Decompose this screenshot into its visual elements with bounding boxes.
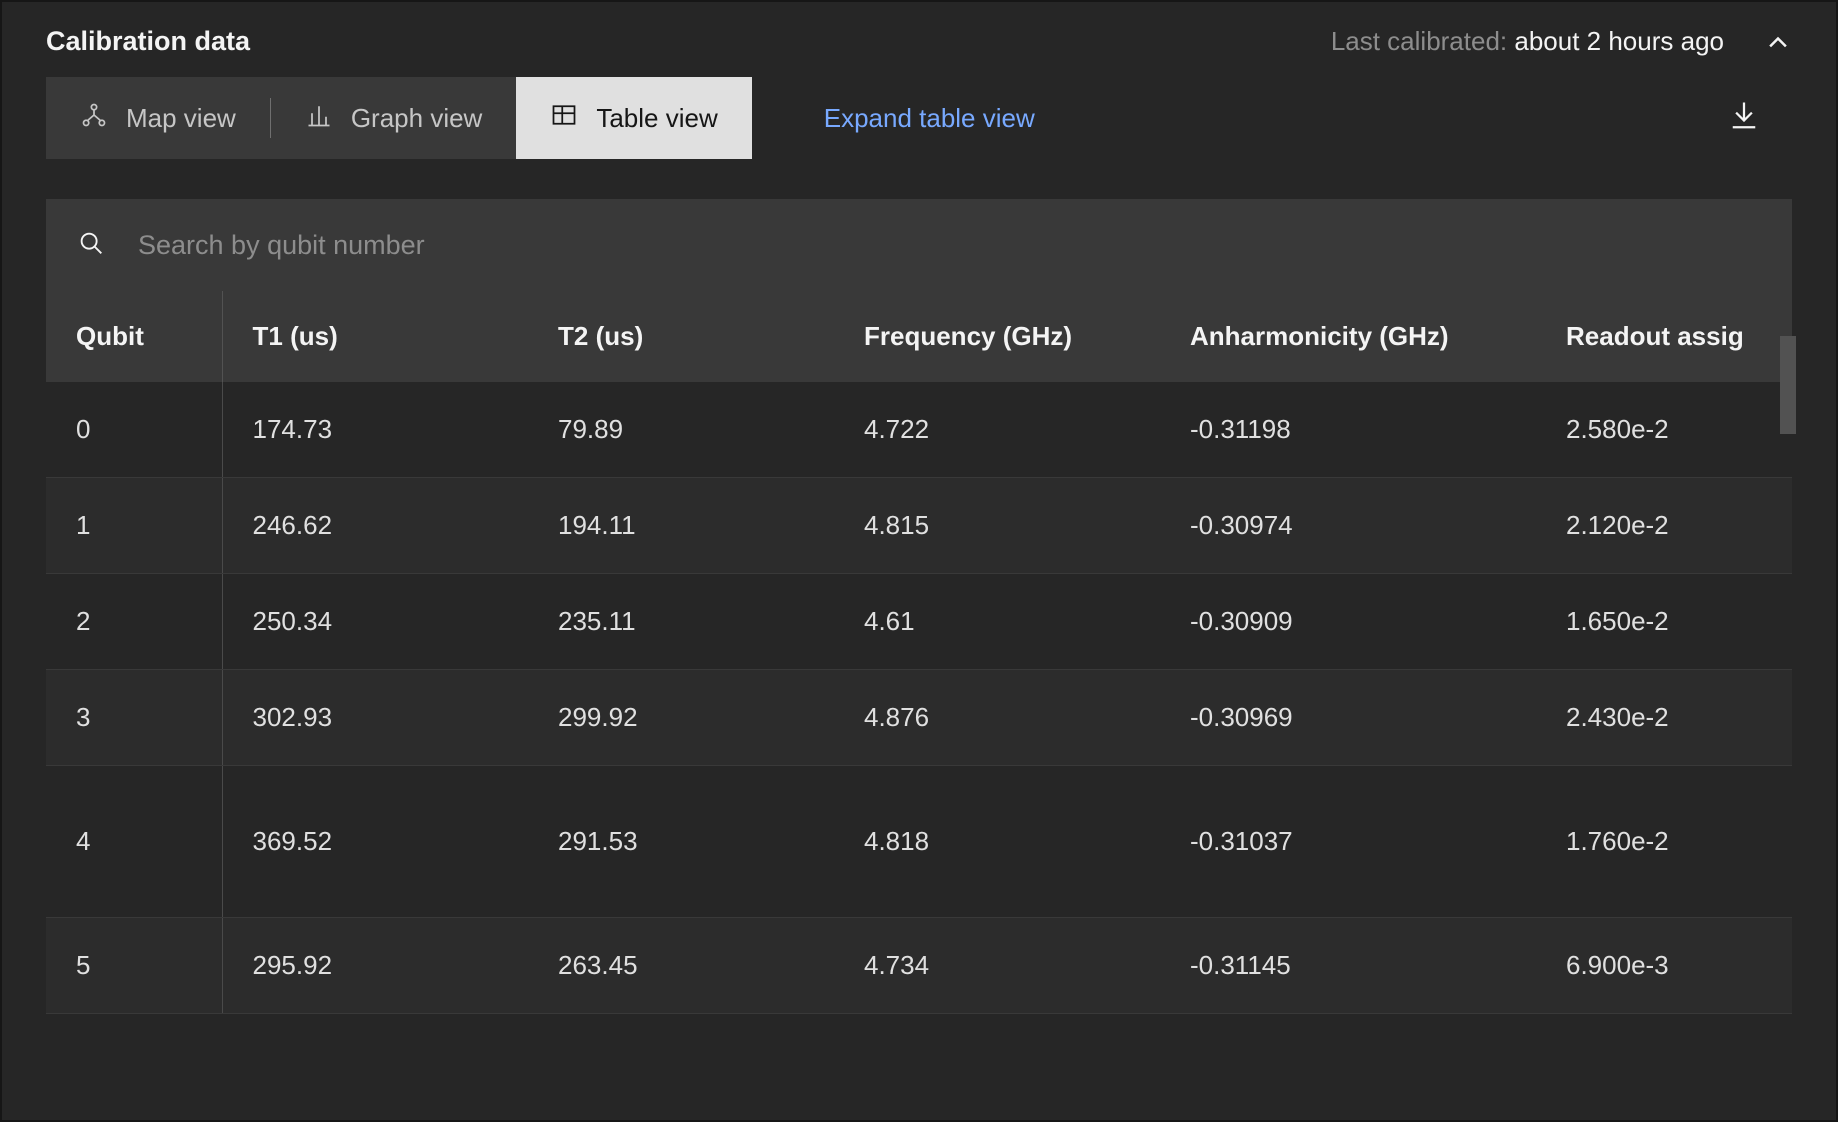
cell-anh: -0.30974	[1160, 478, 1536, 574]
col-header-qubit[interactable]: Qubit	[46, 291, 222, 382]
cell-t2: 79.89	[528, 382, 834, 478]
toolbar: Map view Graph view Table view	[2, 77, 1836, 159]
tab-table-view[interactable]: Table view	[516, 77, 751, 159]
cell-freq: 4.722	[834, 382, 1160, 478]
download-button[interactable]	[1716, 90, 1772, 146]
tab-label: Map view	[126, 103, 236, 134]
cell-freq: 4.876	[834, 670, 1160, 766]
panel-header: Calibration data Last calibrated: about …	[2, 2, 1836, 77]
table-icon	[550, 101, 578, 136]
col-header-t1[interactable]: T1 (us)	[222, 291, 528, 382]
cell-t2: 263.45	[528, 918, 834, 1014]
cell-ro: 1.760e-2	[1536, 766, 1792, 918]
download-icon	[1726, 98, 1762, 139]
col-header-readout[interactable]: Readout assig	[1536, 291, 1792, 382]
cell-qubit: 1	[46, 478, 222, 574]
tab-map-view[interactable]: Map view	[46, 77, 270, 159]
last-calibrated-value: about 2 hours ago	[1514, 26, 1724, 56]
cell-t2: 194.11	[528, 478, 834, 574]
cell-t1: 246.62	[222, 478, 528, 574]
cell-qubit: 5	[46, 918, 222, 1014]
table-header-row: Qubit T1 (us) T2 (us) Frequency (GHz) An…	[46, 291, 1792, 382]
cell-anh: -0.30969	[1160, 670, 1536, 766]
calibration-panel: Calibration data Last calibrated: about …	[2, 2, 1836, 1120]
tab-label: Graph view	[351, 103, 483, 134]
cell-qubit: 4	[46, 766, 222, 918]
cell-anh: -0.30909	[1160, 574, 1536, 670]
col-header-anharmonicity[interactable]: Anharmonicity (GHz)	[1160, 291, 1536, 382]
cell-t2: 235.11	[528, 574, 834, 670]
col-header-t2[interactable]: T2 (us)	[528, 291, 834, 382]
expand-table-link[interactable]: Expand table view	[776, 103, 1035, 134]
last-calibrated: Last calibrated: about 2 hours ago	[1331, 26, 1792, 57]
cell-ro: 2.120e-2	[1536, 478, 1792, 574]
cell-qubit: 3	[46, 670, 222, 766]
cell-t1: 295.92	[222, 918, 528, 1014]
tab-graph-view[interactable]: Graph view	[271, 77, 517, 159]
cell-t1: 302.93	[222, 670, 528, 766]
bar-chart-icon	[305, 101, 333, 136]
cell-anh: -0.31037	[1160, 766, 1536, 918]
cell-freq: 4.734	[834, 918, 1160, 1014]
cell-qubit: 0	[46, 382, 222, 478]
cell-ro: 2.580e-2	[1536, 382, 1792, 478]
cell-ro: 6.900e-3	[1536, 918, 1792, 1014]
cell-t2: 291.53	[528, 766, 834, 918]
table-container: Qubit T1 (us) T2 (us) Frequency (GHz) An…	[46, 291, 1792, 1014]
table-row[interactable]: 1246.62194.114.815-0.309742.120e-2	[46, 478, 1792, 574]
search-bar[interactable]	[46, 199, 1792, 291]
last-calibrated-label: Last calibrated:	[1331, 26, 1515, 56]
cell-freq: 4.61	[834, 574, 1160, 670]
table-row[interactable]: 4369.52291.534.818-0.310371.760e-2	[46, 766, 1792, 918]
cell-ro: 2.430e-2	[1536, 670, 1792, 766]
cell-t1: 250.34	[222, 574, 528, 670]
cell-ro: 1.650e-2	[1536, 574, 1792, 670]
table-row[interactable]: 5295.92263.454.734-0.311456.900e-3	[46, 918, 1792, 1014]
cell-qubit: 2	[46, 574, 222, 670]
cell-t2: 299.92	[528, 670, 834, 766]
tab-label: Table view	[596, 103, 717, 134]
col-header-frequency[interactable]: Frequency (GHz)	[834, 291, 1160, 382]
table-row[interactable]: 2250.34235.114.61-0.309091.650e-2	[46, 574, 1792, 670]
cell-t1: 369.52	[222, 766, 528, 918]
table-row[interactable]: 0174.7379.894.722-0.311982.580e-2	[46, 382, 1792, 478]
chevron-up-icon[interactable]	[1764, 28, 1792, 56]
calibration-table: Qubit T1 (us) T2 (us) Frequency (GHz) An…	[46, 291, 1792, 1014]
cell-freq: 4.818	[834, 766, 1160, 918]
panel-title: Calibration data	[46, 26, 250, 57]
cell-t1: 174.73	[222, 382, 528, 478]
table-row[interactable]: 3302.93299.924.876-0.309692.430e-2	[46, 670, 1792, 766]
search-icon	[76, 228, 106, 263]
cell-anh: -0.31198	[1160, 382, 1536, 478]
search-input[interactable]	[106, 230, 1762, 261]
scrollbar-thumb[interactable]	[1780, 336, 1796, 434]
view-tabs: Map view Graph view Table view	[46, 77, 752, 159]
cell-anh: -0.31145	[1160, 918, 1536, 1014]
tree-icon	[80, 101, 108, 136]
cell-freq: 4.815	[834, 478, 1160, 574]
